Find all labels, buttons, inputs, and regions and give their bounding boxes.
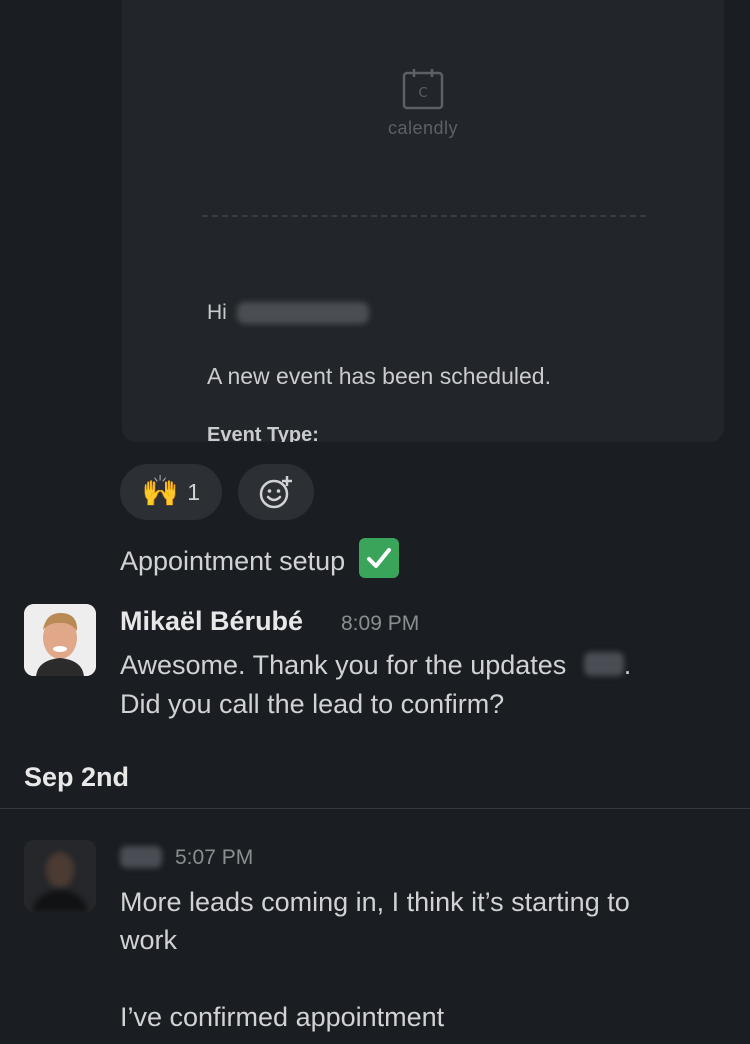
message-line: I’ve confirmed appointment [120, 1002, 445, 1032]
divider [202, 215, 646, 217]
message-timestamp[interactable]: 5:07 PM [175, 846, 253, 870]
redacted-name [236, 302, 369, 324]
email-body: A new event has been scheduled. [207, 363, 551, 389]
add-reaction-button[interactable] [238, 464, 314, 520]
email-preview-card[interactable]: C calendly Hi A new event has been sched… [122, 0, 724, 442]
svg-text:C: C [418, 86, 427, 101]
reaction-count: 1 [187, 478, 201, 505]
sender-name[interactable]: Mikaël Bérubé [120, 606, 303, 637]
date-separator[interactable]: Sep 2nd [24, 762, 129, 793]
message-timestamp[interactable]: 8:09 PM [341, 612, 419, 636]
slack-thread: C calendly Hi A new event has been sched… [0, 0, 750, 1044]
message-line: Awesome. Thank you for the updates . [120, 646, 631, 685]
message-body: Appointment setup [120, 546, 346, 576]
calendly-wordmark: calendly [387, 118, 459, 138]
avatar[interactable] [24, 840, 96, 912]
divider [0, 808, 750, 809]
message-punctuation: . [623, 650, 632, 680]
event-type-label: Event Type: [207, 424, 319, 442]
message-line: Did you call the lead to confirm? [120, 689, 505, 719]
message-body: Awesome. Thank you for the updates [120, 650, 567, 680]
redacted-sender-name [120, 846, 162, 868]
avatar[interactable] [24, 604, 96, 676]
raised-hands-icon: 🙌 [141, 475, 180, 508]
add-emoji-icon [259, 476, 292, 509]
greeting-text: Hi [207, 301, 227, 324]
redacted-name [583, 652, 624, 676]
check-mark-icon [358, 538, 399, 578]
message-line: work [120, 925, 178, 955]
reaction-raised-hands[interactable]: 🙌 1 [120, 464, 222, 520]
message-line: More leads coming in, I think it’s start… [120, 887, 630, 917]
calendar-icon: C [402, 69, 444, 110]
message-text: Appointment setup [120, 538, 399, 581]
email-greeting: Hi [207, 301, 369, 325]
